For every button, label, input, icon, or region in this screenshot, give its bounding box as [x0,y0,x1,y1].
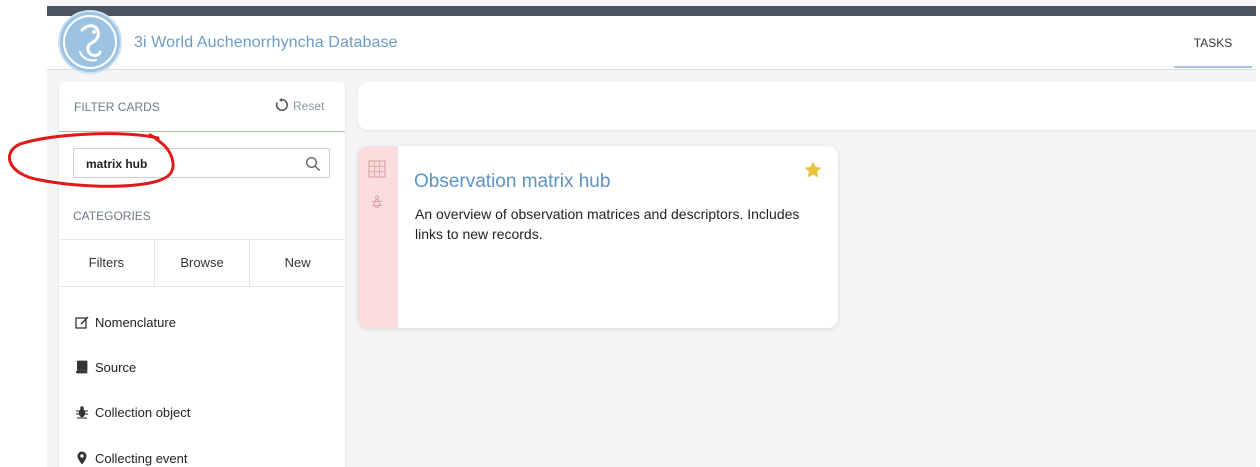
card-side-strip [358,146,398,328]
tab-tasks[interactable]: TASKS [1174,16,1252,68]
map-marker-icon [77,451,87,465]
card-title[interactable]: Observation matrix hub [414,171,610,193]
book-icon [76,360,88,374]
category-item-collecting-event[interactable]: Collecting event [75,450,188,467]
bug-icon [372,195,382,209]
category-tabs: Filters Browse New [59,239,345,287]
category-item-nomenclature[interactable]: Nomenclature [75,314,176,332]
category-item-collection-object[interactable]: Collection object [75,404,190,422]
category-item-source[interactable]: Source [75,359,136,377]
category-label: Collecting event [95,451,188,466]
filter-sidebar: FILTER CARDS Reset CATEGORIES Filters Br… [59,82,345,467]
tab-browse[interactable]: Browse [155,240,251,286]
search-input[interactable] [86,155,296,173]
table-grid-icon [368,160,386,178]
favorite-star-icon[interactable] [803,160,823,180]
card-description: An overview of observation matrices and … [415,206,800,242]
header-bar: 3i World Auchenorrhyncha Database TASKS [47,10,1256,74]
logo-icon [63,15,117,69]
categories-title: CATEGORIES [73,209,151,223]
top-strip [47,6,1256,16]
content-toolbar [358,82,1256,130]
refresh-icon [275,98,288,112]
app-title[interactable]: 3i World Auchenorrhyncha Database [134,34,398,52]
bug-icon [76,406,88,419]
task-card-observation-matrix-hub[interactable]: Observation matrix hub An overview of ob… [358,146,838,328]
logo[interactable] [58,10,122,74]
divider [59,131,345,132]
search-icon[interactable] [305,156,321,172]
reset-button[interactable]: Reset [275,98,324,113]
category-label: Collection object [95,405,191,420]
category-label: Nomenclature [95,315,176,330]
tab-filters[interactable]: Filters [59,240,155,286]
category-label: Source [95,360,137,375]
filter-cards-title: FILTER CARDS [74,100,160,114]
search-field[interactable] [73,148,330,178]
app-window: 3i World Auchenorrhyncha Database TASKS … [47,0,1256,467]
reset-label: Reset [293,99,325,113]
edit-icon [75,316,89,329]
tab-new[interactable]: New [250,240,345,286]
